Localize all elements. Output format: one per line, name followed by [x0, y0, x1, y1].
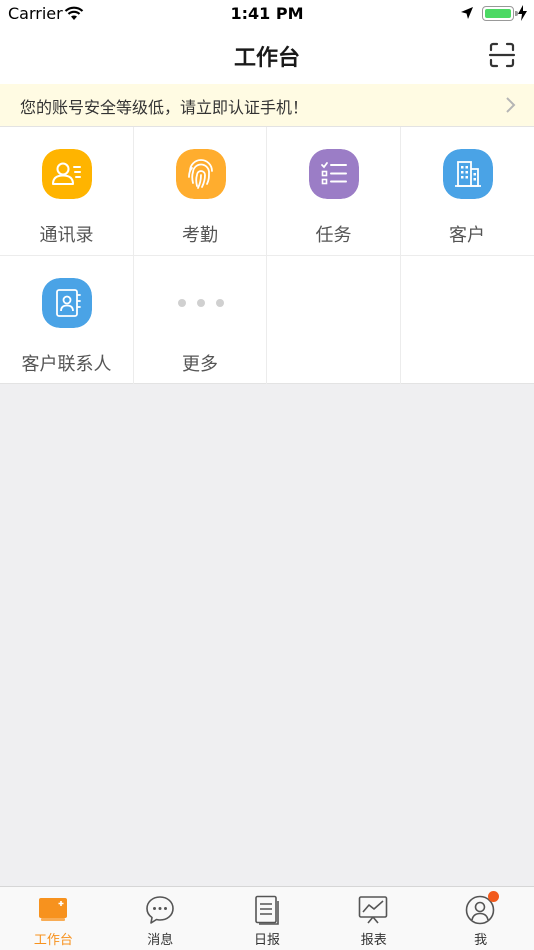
tab-me[interactable]: 我 [427, 887, 534, 950]
status-bar: Carrier 1:41 PM [0, 0, 534, 28]
workbench-icon [39, 898, 67, 921]
message-icon [145, 896, 174, 924]
more-dots-icon [177, 298, 224, 307]
scan-icon[interactable] [488, 41, 516, 69]
grid-item-label: 更多 [182, 353, 218, 375]
grid-item-label: 客户 [449, 225, 485, 246]
tab-workbench[interactable]: 工作台 [0, 887, 107, 950]
grid-item-customers[interactable]: 客户 [400, 127, 534, 256]
tab-label: 消息 [147, 933, 174, 948]
grid-empty-cell [267, 255, 401, 384]
grid-item-label: 客户联系人 [21, 353, 112, 375]
tab-daily-report[interactable]: 日报 [214, 887, 321, 950]
tab-label: 我 [474, 933, 488, 948]
page-title: 工作台 [233, 46, 300, 71]
grid-item-label: 任务 [315, 225, 352, 246]
tab-reports[interactable]: 报表 [320, 887, 427, 950]
nav-bar: 工作台 [0, 28, 534, 84]
task-list-icon [309, 149, 359, 199]
security-notice-text: 您的账号安全等级低，请立即认证手机！ [20, 98, 309, 117]
grid-empty-cell [401, 256, 534, 385]
grid-item-label: 考勤 [182, 225, 218, 246]
charging-icon [518, 5, 527, 21]
chevron-right-icon [506, 97, 516, 113]
notification-badge [488, 891, 500, 902]
tab-label: 日报 [253, 933, 280, 948]
tab-label: 报表 [360, 933, 387, 948]
chart-report-icon [359, 896, 388, 924]
app-grid: 通讯录 考勤 任务 客户 客户联系人 更多 [0, 126, 534, 384]
building-icon [442, 149, 493, 199]
tab-label: 工作台 [33, 933, 73, 948]
status-time: 1:41 PM [230, 4, 304, 23]
contacts-icon [42, 149, 92, 199]
grid-item-label: 通讯录 [39, 225, 94, 246]
tab-bar: 工作台 消息 日报 报表 我 [0, 886, 534, 950]
battery-icon [482, 6, 518, 21]
contact-book-icon [42, 277, 92, 328]
grid-item-contacts[interactable]: 通讯录 [0, 127, 134, 256]
grid-item-customer-contacts[interactable]: 客户联系人 [0, 255, 134, 384]
security-notice-banner[interactable]: 您的账号安全等级低，请立即认证手机！ [0, 84, 534, 126]
location-arrow-icon [461, 7, 473, 19]
grid-item-attendance[interactable]: 考勤 [133, 127, 267, 256]
tab-messages[interactable]: 消息 [107, 887, 214, 950]
grid-item-tasks[interactable]: 任务 [267, 127, 401, 256]
fingerprint-icon [175, 149, 226, 199]
daily-report-icon [254, 895, 279, 925]
grid-item-more[interactable]: 更多 [134, 255, 267, 384]
